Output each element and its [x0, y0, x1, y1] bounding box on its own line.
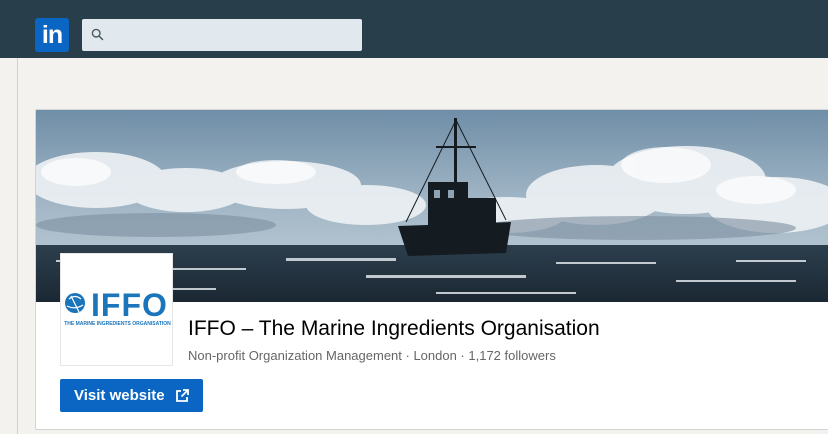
company-meta: Non-profit Organization Management · Lon… [188, 348, 556, 363]
top-nav-bar: in [0, 0, 828, 58]
linkedin-logo-icon[interactable]: in [35, 18, 69, 52]
search-icon [91, 28, 104, 41]
visit-website-button[interactable]: Visit website [60, 379, 203, 412]
logo-tagline: THE MARINE INGREDIENTS ORGANISATION [64, 321, 171, 327]
search-input[interactable] [110, 19, 358, 53]
visit-website-label: Visit website [74, 387, 165, 404]
external-link-icon [175, 388, 189, 402]
linkedin-company-page: in IFFO THE MARINE INGREDIENTS ORGANISAT… [0, 0, 828, 434]
left-divider [17, 58, 18, 434]
logo-wordmark: IFFO [91, 287, 168, 323]
search-box[interactable] [82, 19, 362, 53]
company-name: IFFO – The Marine Ingredients Organisati… [188, 317, 600, 340]
company-top-card: IFFO THE MARINE INGREDIENTS ORGANISATION… [35, 109, 828, 430]
company-logo[interactable]: IFFO THE MARINE INGREDIENTS ORGANISATION [60, 253, 173, 366]
